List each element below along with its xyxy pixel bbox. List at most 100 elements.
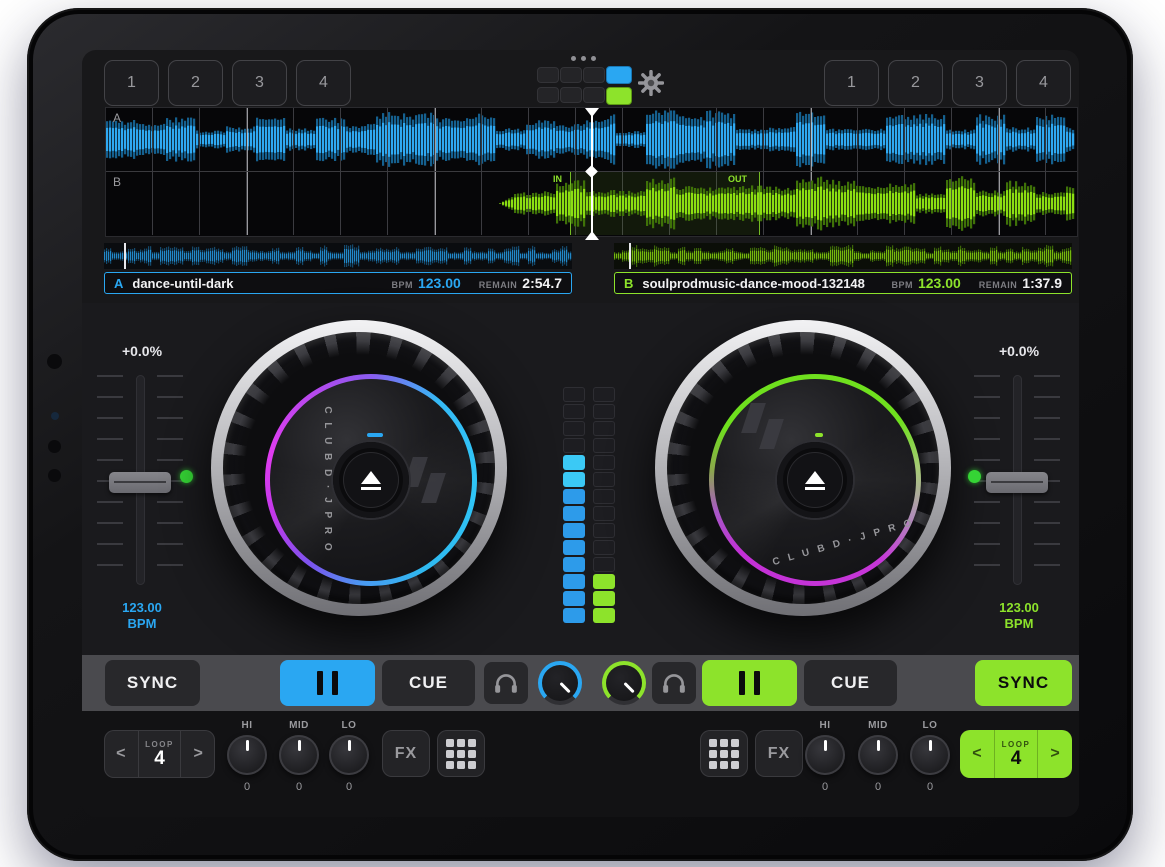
layout-cell[interactable] xyxy=(560,67,582,83)
deck-b-badge: B xyxy=(624,276,633,291)
deck-a-loop-increase[interactable]: > xyxy=(180,730,215,778)
deck-b-loop-value[interactable]: LOOP 4 xyxy=(994,730,1037,778)
hotcue-a-3[interactable]: 3 xyxy=(232,60,287,106)
deck-a-loop-decrease[interactable]: < xyxy=(104,730,138,778)
platter-face[interactable]: C L U B D · J P R O xyxy=(270,379,472,581)
vu-segment xyxy=(593,574,615,589)
layout-cell[interactable] xyxy=(560,87,582,103)
deck-a-monitor-knob[interactable] xyxy=(538,661,582,705)
deck-b-position-marker xyxy=(629,243,631,269)
deck-a-headphone-button[interactable] xyxy=(484,662,528,704)
hotcue-a-1[interactable]: 1 xyxy=(104,60,159,106)
hotcue-b-3[interactable]: 3 xyxy=(952,60,1007,106)
deck-b-eq-hi-value: 0 xyxy=(803,781,847,793)
deck-b-row-label: B xyxy=(113,175,121,189)
vu-segment xyxy=(593,523,615,538)
deck-a-pads-button[interactable] xyxy=(437,730,485,777)
vu-segment xyxy=(563,472,585,487)
fx-label: FX xyxy=(768,745,790,763)
deck-b-eq-lo-knob[interactable] xyxy=(910,735,950,775)
deck-b-pitch-handle[interactable] xyxy=(986,472,1048,493)
deck-a-pitch-handle[interactable] xyxy=(109,472,171,493)
deck-b-eq-mid-knob[interactable] xyxy=(858,735,898,775)
deck-a-eq-mid-knob[interactable] xyxy=(279,735,319,775)
deck-b-bpm-value: 123.00 xyxy=(918,275,961,291)
eject-icon[interactable] xyxy=(361,471,381,484)
hotcue-b-1[interactable]: 1 xyxy=(824,60,879,106)
vu-segment xyxy=(593,608,615,623)
deck-b-sync-button[interactable]: SYNC xyxy=(975,660,1072,706)
deck-b-pitch-readout: +0.0% xyxy=(984,343,1054,359)
deck-a-badge: A xyxy=(114,276,123,291)
deck-b-headphone-button[interactable] xyxy=(652,662,696,704)
deck-b-platter[interactable]: C L U B D · J P R O xyxy=(709,374,921,586)
deck-a-fx-button[interactable]: FX xyxy=(382,730,430,777)
vu-segment xyxy=(593,387,615,402)
layout-cell[interactable] xyxy=(537,87,559,103)
deck-b-cue-button[interactable]: CUE xyxy=(804,660,897,706)
deck-layout-switcher[interactable] xyxy=(537,56,632,104)
deck-b-overview-waveform[interactable] xyxy=(614,243,1072,269)
deck-b-eq-mid-label: MID xyxy=(856,720,900,731)
vu-segment xyxy=(563,608,585,623)
brand-logo-glyph xyxy=(742,401,788,453)
deck-a-cue-button[interactable]: CUE xyxy=(382,660,475,706)
deck-a-track-info[interactable]: A dance-until-dark BPM 123.00 REMAIN 2:5… xyxy=(104,272,572,294)
eject-icon[interactable] xyxy=(805,471,825,484)
top-bar: 1 2 3 4 xyxy=(82,50,1079,107)
deck-b-loop-decrease[interactable]: < xyxy=(960,730,994,778)
deck-b-monitor-knob[interactable] xyxy=(602,661,646,705)
layout-cell-deck-a-active[interactable] xyxy=(606,66,632,84)
hotcue-b-4[interactable]: 4 xyxy=(1016,60,1071,106)
deck-b-pause-button[interactable] xyxy=(702,660,797,706)
hotcue-a-4[interactable]: 4 xyxy=(296,60,351,106)
deck-b-loop-increase[interactable]: > xyxy=(1037,730,1072,778)
vu-segment xyxy=(593,591,615,606)
layout-cell[interactable] xyxy=(537,67,559,83)
settings-gear-icon[interactable] xyxy=(638,70,664,96)
jog-hub[interactable] xyxy=(777,442,853,518)
layout-cell-deck-b-active[interactable] xyxy=(606,87,632,105)
vu-segment xyxy=(563,489,585,504)
loop-in-marker: IN xyxy=(553,174,562,184)
deck-a-eq-hi-knob[interactable] xyxy=(227,735,267,775)
deck-b-track-info[interactable]: B soulprodmusic-dance-mood-132148 BPM 12… xyxy=(614,272,1072,294)
deck-b-pads-button[interactable] xyxy=(700,730,748,777)
layout-cell[interactable] xyxy=(583,67,605,83)
pad-grid-icon xyxy=(709,739,739,769)
deck-a-eq-mid-value: 0 xyxy=(277,781,321,793)
deck-b-eq-hi-knob[interactable] xyxy=(805,735,845,775)
deck-b-vu-meter xyxy=(593,387,615,623)
deck-a-sync-button[interactable]: SYNC xyxy=(105,660,200,706)
deck-a-loop-value[interactable]: LOOP 4 xyxy=(138,730,181,778)
deck-b-jog-wheel[interactable]: C L U B D · J P R O xyxy=(655,320,951,616)
vu-segment xyxy=(593,557,615,572)
deck-a-eq-lo-label: LO xyxy=(327,720,371,731)
jog-tire[interactable]: C L U B D · J P R O xyxy=(223,332,495,604)
hotcue-b-2[interactable]: 2 xyxy=(888,60,943,106)
deck-a-remain-label: REMAIN xyxy=(479,280,518,290)
jog-tire[interactable]: C L U B D · J P R O xyxy=(667,332,939,604)
deck-b-bpm-label: BPM xyxy=(891,280,913,290)
deck-b-fx-button[interactable]: FX xyxy=(755,730,803,777)
vu-segment xyxy=(593,540,615,555)
deck-a-overview-waveform[interactable] xyxy=(104,243,572,269)
deck-b-pitch-fader[interactable] xyxy=(964,375,1074,585)
stage: 1 2 3 4 xyxy=(0,0,1165,867)
hotcue-a-2[interactable]: 2 xyxy=(168,60,223,106)
vu-segment xyxy=(563,404,585,419)
headphones-icon xyxy=(661,672,687,694)
deck-a-jog-wheel[interactable]: C L U B D · J P R O xyxy=(211,320,507,616)
deck-b-eq-mid-value: 0 xyxy=(856,781,900,793)
deck-a-pause-button[interactable] xyxy=(280,660,375,706)
pause-icon xyxy=(739,671,760,695)
platter-face[interactable]: C L U B D · J P R O xyxy=(714,379,916,581)
camera-dot-2 xyxy=(48,440,61,453)
waveform-panel[interactable]: A IN OUT B xyxy=(105,107,1078,237)
brand-text: C L U B D · J P R O xyxy=(771,517,916,568)
deck-a-eq-lo-knob[interactable] xyxy=(329,735,369,775)
deck-a-track-title: dance-until-dark xyxy=(132,276,233,291)
vu-segment xyxy=(593,506,615,521)
deck-a-platter[interactable]: C L U B D · J P R O xyxy=(265,374,477,586)
jog-hub[interactable] xyxy=(333,442,409,518)
